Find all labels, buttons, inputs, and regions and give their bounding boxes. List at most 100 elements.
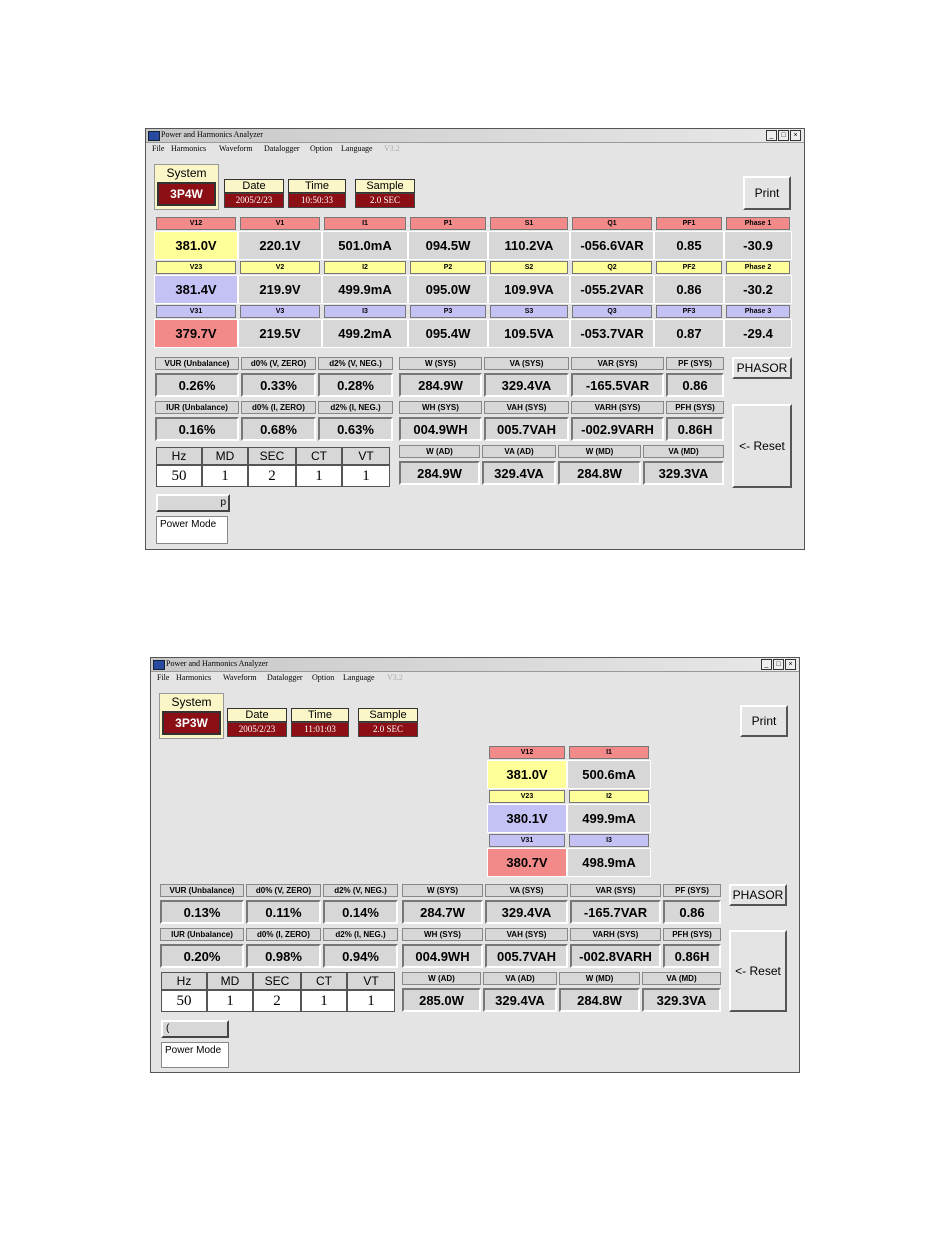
phase-header-label: I3 bbox=[324, 305, 406, 318]
menu-datalogger[interactable]: Datalogger bbox=[267, 673, 303, 682]
system-total-label: VAH (SYS) bbox=[484, 401, 569, 414]
phase-header-label: P1 bbox=[410, 217, 486, 230]
system-total-value: -165.7VAR bbox=[570, 900, 661, 924]
setting-value[interactable]: 1 bbox=[202, 465, 248, 487]
menu-datalogger[interactable]: Datalogger bbox=[264, 144, 300, 153]
phase-header-label: Q2 bbox=[572, 261, 652, 274]
system-group: System 3P3W bbox=[159, 693, 224, 739]
setting-header: VT bbox=[347, 972, 395, 990]
phase-header-label: S3 bbox=[490, 305, 568, 318]
setting-value[interactable]: 1 bbox=[342, 465, 390, 487]
system-total-value: 284.8W bbox=[558, 461, 641, 485]
menu-harmonics[interactable]: Harmonics bbox=[176, 673, 211, 682]
system-total-label: W (AD) bbox=[402, 972, 481, 985]
unbalance-value: 0.28% bbox=[318, 373, 393, 397]
system-totals-table: W (SYS) 284.9W VA (SYS) 329.4VA VAR (SYS) -16… bbox=[398, 357, 728, 491]
menu-harmonics[interactable]: Harmonics bbox=[171, 144, 206, 153]
phase-header-label: PF1 bbox=[656, 217, 722, 230]
setting-value[interactable]: 1 bbox=[347, 990, 395, 1012]
system-total-label: VA (AD) bbox=[483, 972, 557, 985]
setting-value[interactable]: 50 bbox=[161, 990, 207, 1012]
menu-waveform[interactable]: Waveform bbox=[219, 144, 253, 153]
phase-value-cell: 499.9mA bbox=[322, 275, 408, 304]
mode-slider[interactable]: ( bbox=[161, 1020, 229, 1038]
system-total-value: 0.86H bbox=[666, 417, 724, 441]
setting-header: Hz bbox=[156, 447, 202, 465]
phasor-button[interactable]: PHASOR bbox=[732, 357, 792, 379]
phase-table: V12 381.0V I1 500.6mA V23 380.1V I2 499.9mA V31 3… bbox=[487, 746, 651, 878]
setting-value[interactable]: 1 bbox=[207, 990, 253, 1012]
unbalance-value: 0.68% bbox=[241, 417, 316, 441]
sample-label: Sample bbox=[358, 708, 418, 722]
time-label: Time bbox=[291, 708, 349, 722]
system-total-label: VARH (SYS) bbox=[571, 401, 664, 414]
phase-value-cell: 219.5V bbox=[238, 319, 322, 348]
system-total-label: PFH (SYS) bbox=[663, 928, 721, 941]
window-title: Power and Harmonics Analyzer bbox=[166, 659, 268, 668]
close-icon[interactable]: × bbox=[785, 659, 796, 670]
minimize-icon[interactable]: _ bbox=[761, 659, 772, 670]
maximize-icon[interactable]: □ bbox=[773, 659, 784, 670]
phase-value-cell: 109.5VA bbox=[488, 319, 570, 348]
system-total-value: 329.4VA bbox=[482, 461, 556, 485]
menu-version: V3.2 bbox=[387, 673, 403, 682]
sample-value: 2.0 SEC bbox=[358, 722, 418, 737]
setting-value[interactable]: 2 bbox=[253, 990, 301, 1012]
system-label: System bbox=[171, 695, 212, 709]
unbalance-value: 0.11% bbox=[246, 900, 321, 924]
menu-file[interactable]: File bbox=[157, 673, 169, 682]
menu-option[interactable]: Option bbox=[312, 673, 334, 682]
phase-header-label: Q1 bbox=[572, 217, 652, 230]
title-bar[interactable]: Power and Harmonics Analyzer _ □ × bbox=[151, 658, 799, 672]
system-value[interactable]: 3P4W bbox=[157, 182, 216, 206]
system-total-value: 329.4VA bbox=[485, 900, 568, 924]
analyzer-window-1: Power and Harmonics Analyzer _ □ × File Ha… bbox=[145, 128, 805, 550]
phase-header-label: I2 bbox=[324, 261, 406, 274]
setting-value[interactable]: 2 bbox=[248, 465, 296, 487]
setting-value[interactable]: 1 bbox=[296, 465, 342, 487]
unbalance-label: d0% (I, ZERO) bbox=[246, 928, 321, 941]
system-total-label: PFH (SYS) bbox=[666, 401, 724, 414]
print-button[interactable]: Print bbox=[743, 176, 791, 210]
menu-waveform[interactable]: Waveform bbox=[223, 673, 257, 682]
system-total-label: VAR (SYS) bbox=[571, 357, 664, 370]
menu-language[interactable]: Language bbox=[343, 673, 375, 682]
unbalance-value: 0.63% bbox=[318, 417, 393, 441]
system-total-label: VA (MD) bbox=[642, 972, 721, 985]
print-button[interactable]: Print bbox=[740, 705, 788, 737]
menu-option[interactable]: Option bbox=[310, 144, 332, 153]
phase-value-cell: 094.5W bbox=[408, 231, 488, 260]
phase-header-label: Q3 bbox=[572, 305, 652, 318]
system-value[interactable]: 3P3W bbox=[162, 711, 221, 735]
reset-button[interactable]: <- Reset bbox=[732, 404, 792, 488]
unbalance-value: 0.26% bbox=[155, 373, 239, 397]
phase-value-cell: 499.2mA bbox=[322, 319, 408, 348]
maximize-icon[interactable]: □ bbox=[778, 130, 789, 141]
title-bar[interactable]: Power and Harmonics Analyzer _ □ × bbox=[146, 129, 804, 143]
time-label: Time bbox=[288, 179, 346, 193]
phasor-button[interactable]: PHASOR bbox=[729, 884, 787, 906]
system-total-value: 284.8W bbox=[559, 988, 640, 1012]
phase-value-cell: 381.4V bbox=[154, 275, 238, 304]
phase-header-label: V31 bbox=[156, 305, 236, 318]
minimize-icon[interactable]: _ bbox=[766, 130, 777, 141]
phase-header-label: PF3 bbox=[656, 305, 722, 318]
menu-file[interactable]: File bbox=[152, 144, 164, 153]
time-value: 11:01:03 bbox=[291, 722, 349, 737]
setting-value[interactable]: 1 bbox=[301, 990, 347, 1012]
system-total-value: 284.7W bbox=[402, 900, 483, 924]
phase-value-cell: 0.86 bbox=[654, 275, 724, 304]
unbalance-label: IUR (Unbalance) bbox=[155, 401, 239, 414]
phase-value-cell: 220.1V bbox=[238, 231, 322, 260]
reset-button[interactable]: <- Reset bbox=[729, 930, 787, 1012]
menu-language[interactable]: Language bbox=[341, 144, 373, 153]
phase-header-label: P3 bbox=[410, 305, 486, 318]
phase-value-cell: 381.0V bbox=[487, 760, 567, 789]
setting-value[interactable]: 50 bbox=[156, 465, 202, 487]
mode-slider[interactable]: p bbox=[156, 494, 230, 512]
unbalance-label: d0% (V, ZERO) bbox=[241, 357, 316, 370]
system-total-value: 329.4VA bbox=[483, 988, 557, 1012]
close-icon[interactable]: × bbox=[790, 130, 801, 141]
mode-label: Power Mode bbox=[161, 1042, 229, 1068]
phase-value-cell: -055.2VAR bbox=[570, 275, 654, 304]
